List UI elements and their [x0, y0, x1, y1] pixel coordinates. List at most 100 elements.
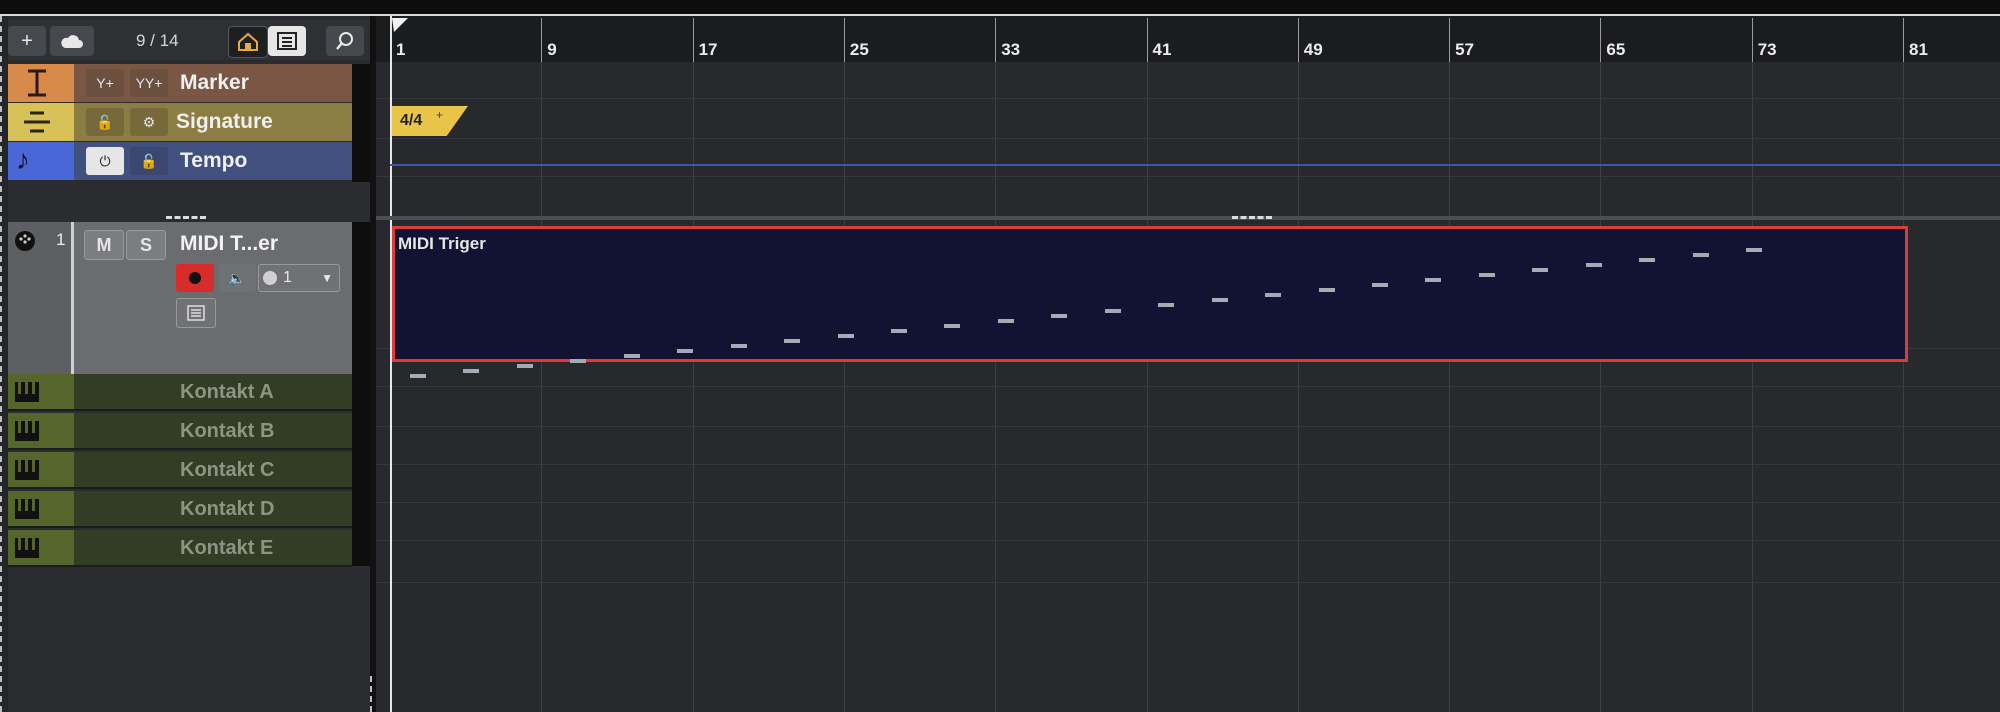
chevron-down-icon: ▼: [321, 271, 333, 285]
midi-note[interactable]: [1746, 248, 1762, 252]
home-icon: [238, 32, 258, 51]
instrument-track[interactable]: Kontakt A: [8, 374, 352, 411]
ruler-bar-label: 73: [1757, 40, 1777, 59]
midi-note[interactable]: [1532, 268, 1549, 273]
edit-instrument-button[interactable]: [176, 298, 216, 328]
project-window: + 9 / 14 Y+ YY+ Marker 🔓 ⚙ Signature ♪ ⏻…: [0, 14, 2000, 712]
instrument-track[interactable]: Kontakt B: [8, 413, 352, 450]
bar-ruler[interactable]: 1 9 17 25 33 41 49 57 65 73 81: [376, 16, 2000, 62]
instrument-track-name: Kontakt B: [180, 420, 275, 442]
signature-track-name: Signature: [176, 110, 273, 133]
midi-note[interactable]: [1371, 283, 1388, 288]
instrument-track-name: Kontakt C: [180, 459, 275, 481]
instrument-track[interactable]: Kontakt E: [8, 530, 352, 567]
divider-handle-right[interactable]: [1232, 216, 1272, 219]
arrange-area[interactable]: [376, 62, 2000, 712]
instrument-track-name: Kontakt D: [180, 498, 275, 520]
midi-note[interactable]: [570, 358, 587, 363]
tempo-lock-button[interactable]: 🔓: [130, 147, 168, 175]
ruler-bar-label: 49: [1303, 40, 1323, 59]
track-separator: [376, 386, 2000, 387]
track-separator: [376, 540, 2000, 541]
cloud-add-icon: [61, 35, 83, 48]
midi-note[interactable]: [837, 333, 854, 338]
midi-note[interactable]: [944, 323, 961, 328]
note-icon: ♪: [16, 144, 30, 175]
ruler-bar-label: 81: [1909, 40, 1928, 59]
midi-note[interactable]: [623, 353, 640, 358]
midi-channel-select[interactable]: 1 ▼: [258, 264, 340, 292]
signature-icon: [24, 111, 50, 133]
add-track-button[interactable]: +: [8, 26, 46, 56]
signature-track-color: [8, 103, 74, 141]
unlock-icon: 🔓: [140, 152, 158, 169]
midi-note[interactable]: [891, 328, 907, 333]
midi-note[interactable]: [1051, 313, 1068, 318]
add-marker-button[interactable]: Y+: [86, 69, 124, 97]
arrange-divider[interactable]: [376, 216, 2000, 220]
keyboard-icon: [15, 421, 39, 441]
midi-note[interactable]: [1425, 278, 1442, 283]
midi-note[interactable]: [1104, 308, 1121, 313]
left-locator-line: [390, 16, 392, 712]
home-button[interactable]: [228, 26, 268, 58]
midi-note[interactable]: [1211, 298, 1228, 303]
monitor-button[interactable]: 🔈: [218, 264, 256, 292]
midi-note[interactable]: [1478, 273, 1495, 278]
unlock-icon: 🔓: [96, 113, 114, 130]
midi-note[interactable]: [784, 338, 801, 343]
tempo-track[interactable]: ♪ ⏻ 🔓 Tempo: [8, 142, 352, 180]
instrument-track-name: Kontakt A: [180, 381, 274, 403]
midi-track-scroll-area: [352, 222, 370, 374]
midi-track-name: MIDI T...er: [180, 232, 279, 255]
midi-note[interactable]: [463, 369, 480, 373]
midi-note[interactable]: [1639, 258, 1656, 263]
ruler-tick: [1146, 18, 1148, 62]
speaker-icon: 🔈: [228, 269, 246, 286]
ruler-bar-label: 1: [396, 40, 406, 59]
track-separator: [376, 502, 2000, 503]
midi-note[interactable]: [730, 343, 747, 348]
midi-note[interactable]: [516, 363, 533, 368]
midi-note[interactable]: [1265, 293, 1281, 298]
ruler-tick: [1751, 18, 1753, 62]
mute-button[interactable]: M: [84, 230, 124, 260]
midi-part[interactable]: [392, 226, 1908, 362]
add-cycle-marker-button[interactable]: YY+: [130, 69, 168, 97]
marker-track[interactable]: Y+ YY+ Marker: [8, 64, 352, 102]
midi-note[interactable]: [1585, 263, 1602, 268]
ruler-bar-label: 25: [849, 40, 869, 59]
search-icon: [336, 32, 353, 50]
instrument-track[interactable]: Kontakt D: [8, 491, 352, 528]
instrument-track-color: [8, 413, 74, 448]
signature-track[interactable]: 🔓 ⚙ Signature: [8, 103, 352, 141]
midi-note[interactable]: [1692, 253, 1709, 257]
ruler-tick: [1600, 18, 1602, 62]
midi-channel-value: 1: [283, 269, 292, 286]
midi-note[interactable]: [410, 374, 426, 378]
midi-note[interactable]: [1158, 303, 1175, 308]
solo-button[interactable]: S: [126, 230, 166, 260]
midi-note[interactable]: [997, 318, 1014, 323]
add-folder-button[interactable]: [50, 26, 94, 56]
grid-line: [995, 62, 997, 712]
marker-icon: [28, 69, 46, 97]
instrument-track[interactable]: Kontakt C: [8, 452, 352, 489]
record-enable-button[interactable]: [176, 264, 214, 292]
grid-line: [1449, 62, 1451, 712]
list-view-button[interactable]: [268, 26, 306, 56]
tempo-activate-button[interactable]: ⏻: [86, 147, 124, 175]
keyboard-icon: [15, 382, 39, 402]
track-list-scrollbar-area: [352, 64, 370, 182]
midi-track[interactable]: 1 M S MIDI T...er 🔈 1 ▼: [8, 222, 370, 374]
divider-handle-left[interactable]: [166, 216, 206, 219]
grid-line: [1146, 62, 1148, 712]
track-separator: [376, 98, 2000, 99]
midi-note[interactable]: [677, 348, 694, 353]
midi-note[interactable]: [1318, 288, 1335, 293]
resize-handle[interactable]: [370, 676, 372, 712]
signature-lock-button[interactable]: 🔓: [86, 108, 124, 136]
tempo-line[interactable]: [390, 164, 2000, 166]
signature-settings-button[interactable]: ⚙: [130, 108, 168, 136]
search-button[interactable]: [326, 26, 364, 56]
